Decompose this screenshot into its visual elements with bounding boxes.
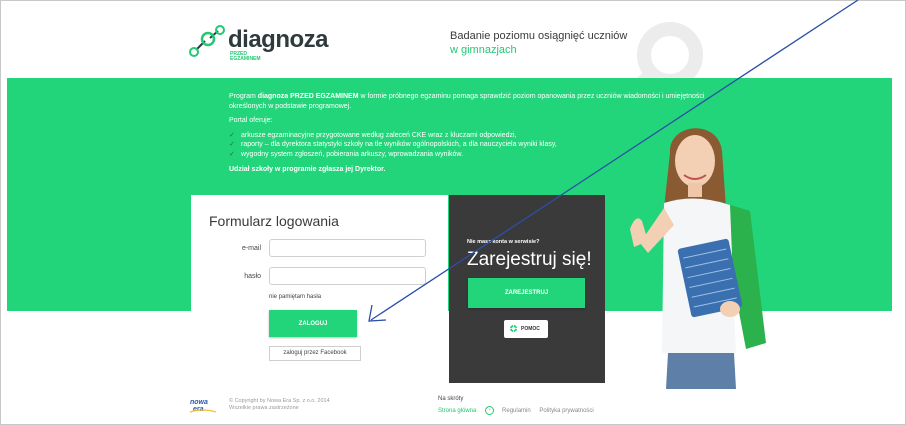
copyright: © Copyright by Nowa Era Sp. z o.o. 2014 …	[229, 398, 330, 412]
password-field[interactable]	[269, 267, 426, 285]
molecule-logo-icon	[189, 25, 225, 57]
register-button[interactable]: ZAREJESTRUJ	[468, 278, 585, 308]
help-label: POMOC	[521, 326, 540, 332]
home-arrow-icon[interactable]: ›	[485, 406, 495, 415]
register-panel: Nie masz konta w serwisie? Zarejestruj s…	[449, 195, 605, 383]
director-note-text: Udział szkoły w programie zgłasza jej Dy…	[229, 166, 386, 173]
copyright-line1: © Copyright by Nowa Era Sp. z o.o. 2014	[229, 398, 330, 404]
help-button[interactable]: POMOC	[504, 320, 548, 338]
footer-link-rules[interactable]: Regulamin	[502, 408, 531, 414]
svg-text:nowa: nowa	[190, 399, 208, 406]
password-label: hasło	[244, 273, 261, 280]
publisher-logo: nowa era	[189, 399, 217, 413]
tagline-line1: Badanie poziomu osiągnięć uczniów	[450, 30, 628, 42]
forgot-password-link[interactable]: nie pamiętam hasła	[269, 294, 321, 300]
email-label: e-mail	[241, 245, 261, 252]
footer-nav-title: Na skróty	[438, 396, 464, 402]
copyright-line2: Wszelkie prawa zastrzeżone	[229, 405, 299, 411]
intro-paragraph: Program diagnoza PRZED EGZAMINEM w formi…	[229, 92, 709, 111]
logo-subtitle: PRZED EGZAMINEM	[230, 52, 261, 62]
logo-text: diagnoza	[228, 26, 329, 53]
intro-program-name: diagnoza PRZED EGZAMINEM	[257, 93, 359, 100]
intro-prefix: Program	[229, 93, 258, 100]
logo-subtitle-line2: EGZAMINEM	[230, 56, 261, 62]
footer-link-home[interactable]: Strona główna	[438, 408, 476, 414]
login-title: Formularz logowania	[209, 213, 339, 229]
header-tagline: Badanie poziomu osiągnięć uczniów w gimn…	[450, 29, 627, 57]
login-button[interactable]: ZALOGUJ	[269, 310, 357, 337]
tagline-line2: w gimnazjach	[450, 44, 517, 56]
facebook-login-button[interactable]: zaloguj przez Facebook	[269, 346, 361, 361]
student-photo	[630, 128, 766, 389]
register-question: Nie masz konta w serwisie?	[467, 239, 540, 245]
email-field[interactable]	[269, 239, 426, 257]
help-lifebuoy-icon	[509, 324, 518, 333]
footer-nav: Strona główna › Regulamin Polityka prywat…	[438, 406, 601, 415]
register-heading: Zarejestruj się!	[467, 249, 592, 270]
footer-link-privacy[interactable]: Polityka prywatności	[539, 408, 593, 414]
login-panel: Formularz logowania e-mail hasło nie pam…	[191, 195, 448, 383]
